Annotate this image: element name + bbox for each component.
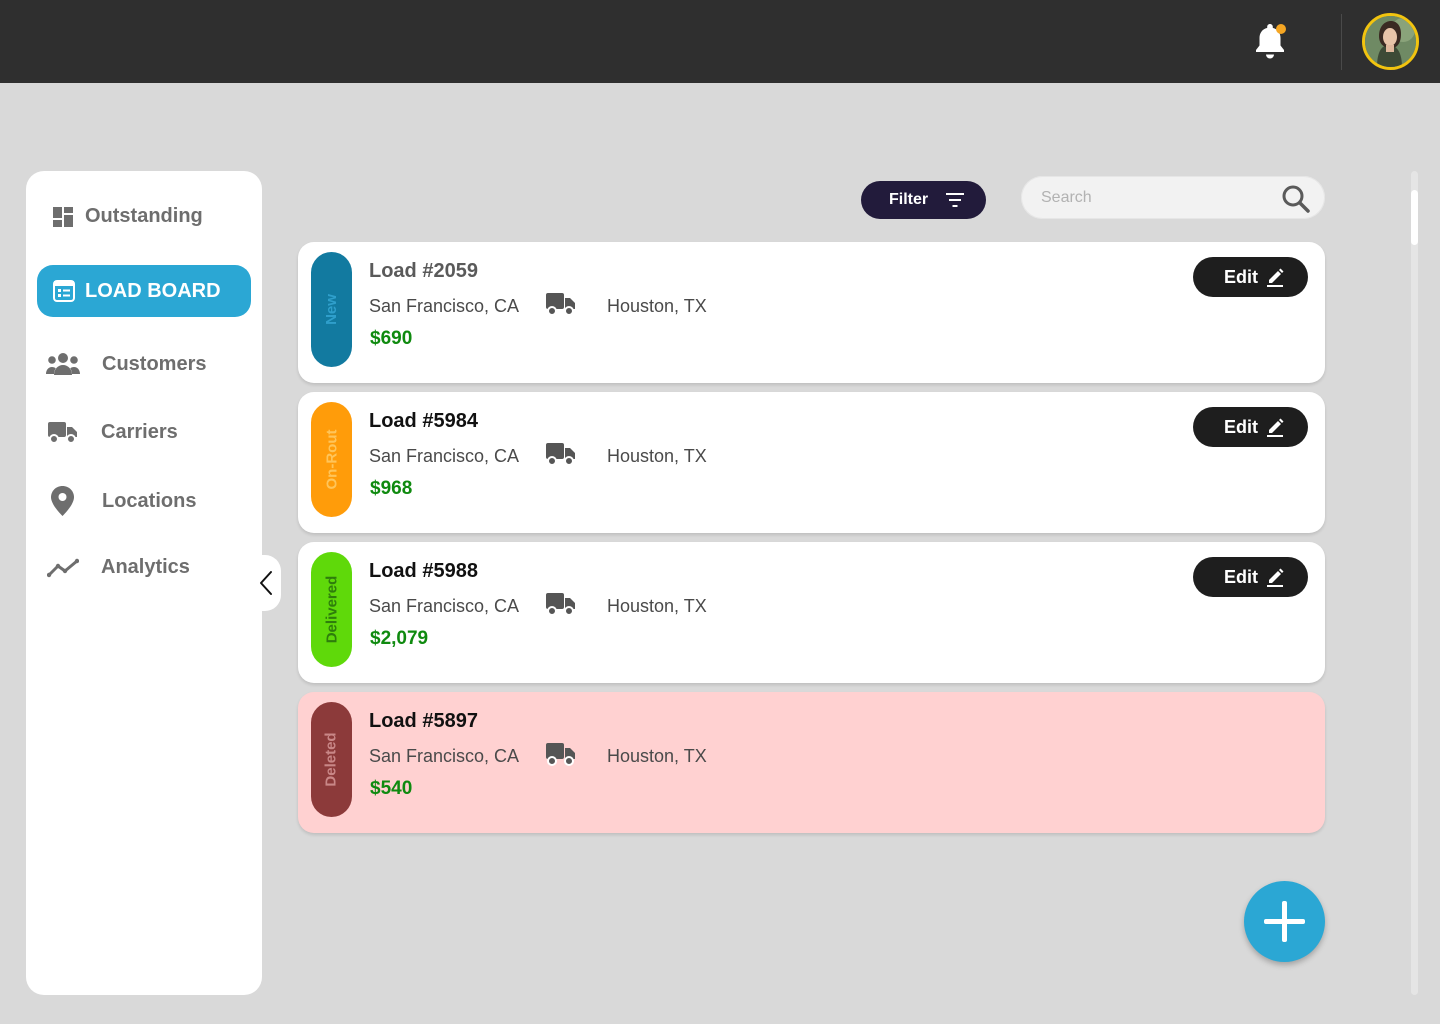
add-load-button[interactable] bbox=[1244, 881, 1325, 962]
search-input[interactable] bbox=[1041, 176, 1281, 219]
status-label: New bbox=[323, 294, 340, 325]
origin-location: San Francisco, CA bbox=[369, 446, 520, 466]
sidebar-collapse-button[interactable] bbox=[251, 555, 281, 611]
load-card[interactable]: On-Rout Load #5984 San Francisco, CA Housto… bbox=[298, 392, 1325, 533]
filter-label: Filter bbox=[889, 191, 929, 208]
scrollbar-track[interactable] bbox=[1411, 171, 1418, 995]
edit-button[interactable]: Edit bbox=[1193, 407, 1308, 447]
load-price: $540 bbox=[370, 778, 413, 799]
load-title: Load #5897 bbox=[369, 710, 478, 732]
truck-icon bbox=[48, 420, 77, 444]
status-label: Delivered bbox=[323, 575, 341, 644]
status-pill: Delivered bbox=[311, 552, 352, 667]
edit-label: Edit bbox=[1224, 416, 1258, 437]
user-avatar[interactable] bbox=[1362, 13, 1419, 70]
search-icon[interactable] bbox=[1281, 184, 1311, 219]
sidebar-item-customers[interactable]: Customers bbox=[46, 352, 206, 376]
destination-location: Houston, TX bbox=[607, 446, 707, 466]
load-card[interactable]: New Load #2059 San Francisco, CA Houston, T… bbox=[298, 242, 1325, 383]
destination-location: Houston, TX bbox=[607, 746, 707, 766]
filter-button[interactable]: Filter bbox=[861, 181, 986, 219]
status-pill: Deleted bbox=[311, 702, 352, 817]
load-title: Load #2059 bbox=[369, 260, 478, 282]
filter-icon bbox=[946, 193, 964, 212]
truck-icon bbox=[546, 291, 575, 321]
scrollbar-thumb[interactable] bbox=[1411, 190, 1418, 245]
destination-location: Houston, TX bbox=[607, 296, 707, 316]
status-pill: New bbox=[311, 252, 352, 367]
map-pin-icon bbox=[51, 486, 74, 516]
status-label: On-Rout bbox=[323, 429, 341, 490]
topbar-divider bbox=[1341, 14, 1342, 70]
sidebar-item-label: Outstanding bbox=[85, 205, 203, 227]
sidebar-item-label: LOAD BOARD bbox=[85, 279, 221, 302]
notification-bell-button[interactable] bbox=[1253, 22, 1289, 62]
truck-icon bbox=[546, 441, 575, 471]
load-card[interactable]: Deleted Load #5897 San Francisco, CA Housto… bbox=[298, 692, 1325, 833]
sidebar-item-label: Locations bbox=[102, 489, 197, 512]
search-bar bbox=[1021, 176, 1325, 219]
origin-location: San Francisco, CA bbox=[369, 746, 520, 766]
sidebar-item-locations[interactable]: Locations bbox=[51, 486, 196, 516]
edit-label: Edit bbox=[1224, 566, 1258, 587]
sidebar-item-carriers[interactable]: Carriers bbox=[48, 420, 178, 444]
trend-line-icon bbox=[47, 558, 79, 578]
load-card[interactable]: Delivered Load #5988 San Francisco, CA Hous… bbox=[298, 542, 1325, 683]
pencil-icon bbox=[1266, 267, 1284, 292]
truck-icon bbox=[546, 591, 575, 621]
load-title: Load #5988 bbox=[369, 560, 478, 582]
edit-button[interactable]: Edit bbox=[1193, 557, 1308, 597]
load-price: $2,079 bbox=[370, 628, 429, 649]
sidebar-item-label: Customers bbox=[102, 352, 207, 375]
top-bar bbox=[0, 0, 1440, 83]
sidebar: Outstanding LOAD BOARD Customers Carrier… bbox=[26, 171, 262, 995]
notification-dot bbox=[1276, 24, 1286, 34]
sidebar-item-label: Carriers bbox=[101, 420, 178, 443]
pencil-icon bbox=[1266, 417, 1284, 442]
dashboard-grid-icon bbox=[53, 206, 73, 227]
sidebar-item-label: Analytics bbox=[101, 556, 190, 578]
status-pill: On-Rout bbox=[311, 402, 352, 517]
origin-location: San Francisco, CA bbox=[369, 296, 520, 316]
list-board-icon bbox=[53, 280, 75, 302]
truck-icon bbox=[546, 741, 575, 771]
pencil-icon bbox=[1266, 567, 1284, 592]
sidebar-item-analytics[interactable]: Analytics bbox=[47, 556, 190, 579]
status-label: Deleted bbox=[323, 732, 340, 787]
load-price: $690 bbox=[370, 328, 413, 349]
destination-location: Houston, TX bbox=[607, 596, 707, 616]
load-title: Load #5984 bbox=[369, 410, 478, 432]
sidebar-item-outstanding[interactable]: Outstanding bbox=[53, 205, 203, 228]
avatar-photo bbox=[1365, 16, 1416, 67]
chevron-left-icon bbox=[260, 571, 272, 595]
edit-label: Edit bbox=[1224, 266, 1258, 287]
edit-button[interactable]: Edit bbox=[1193, 257, 1308, 297]
origin-location: San Francisco, CA bbox=[369, 596, 520, 616]
load-price: $968 bbox=[370, 478, 413, 499]
users-icon bbox=[46, 352, 80, 376]
sidebar-item-load-board[interactable]: LOAD BOARD bbox=[37, 265, 251, 317]
